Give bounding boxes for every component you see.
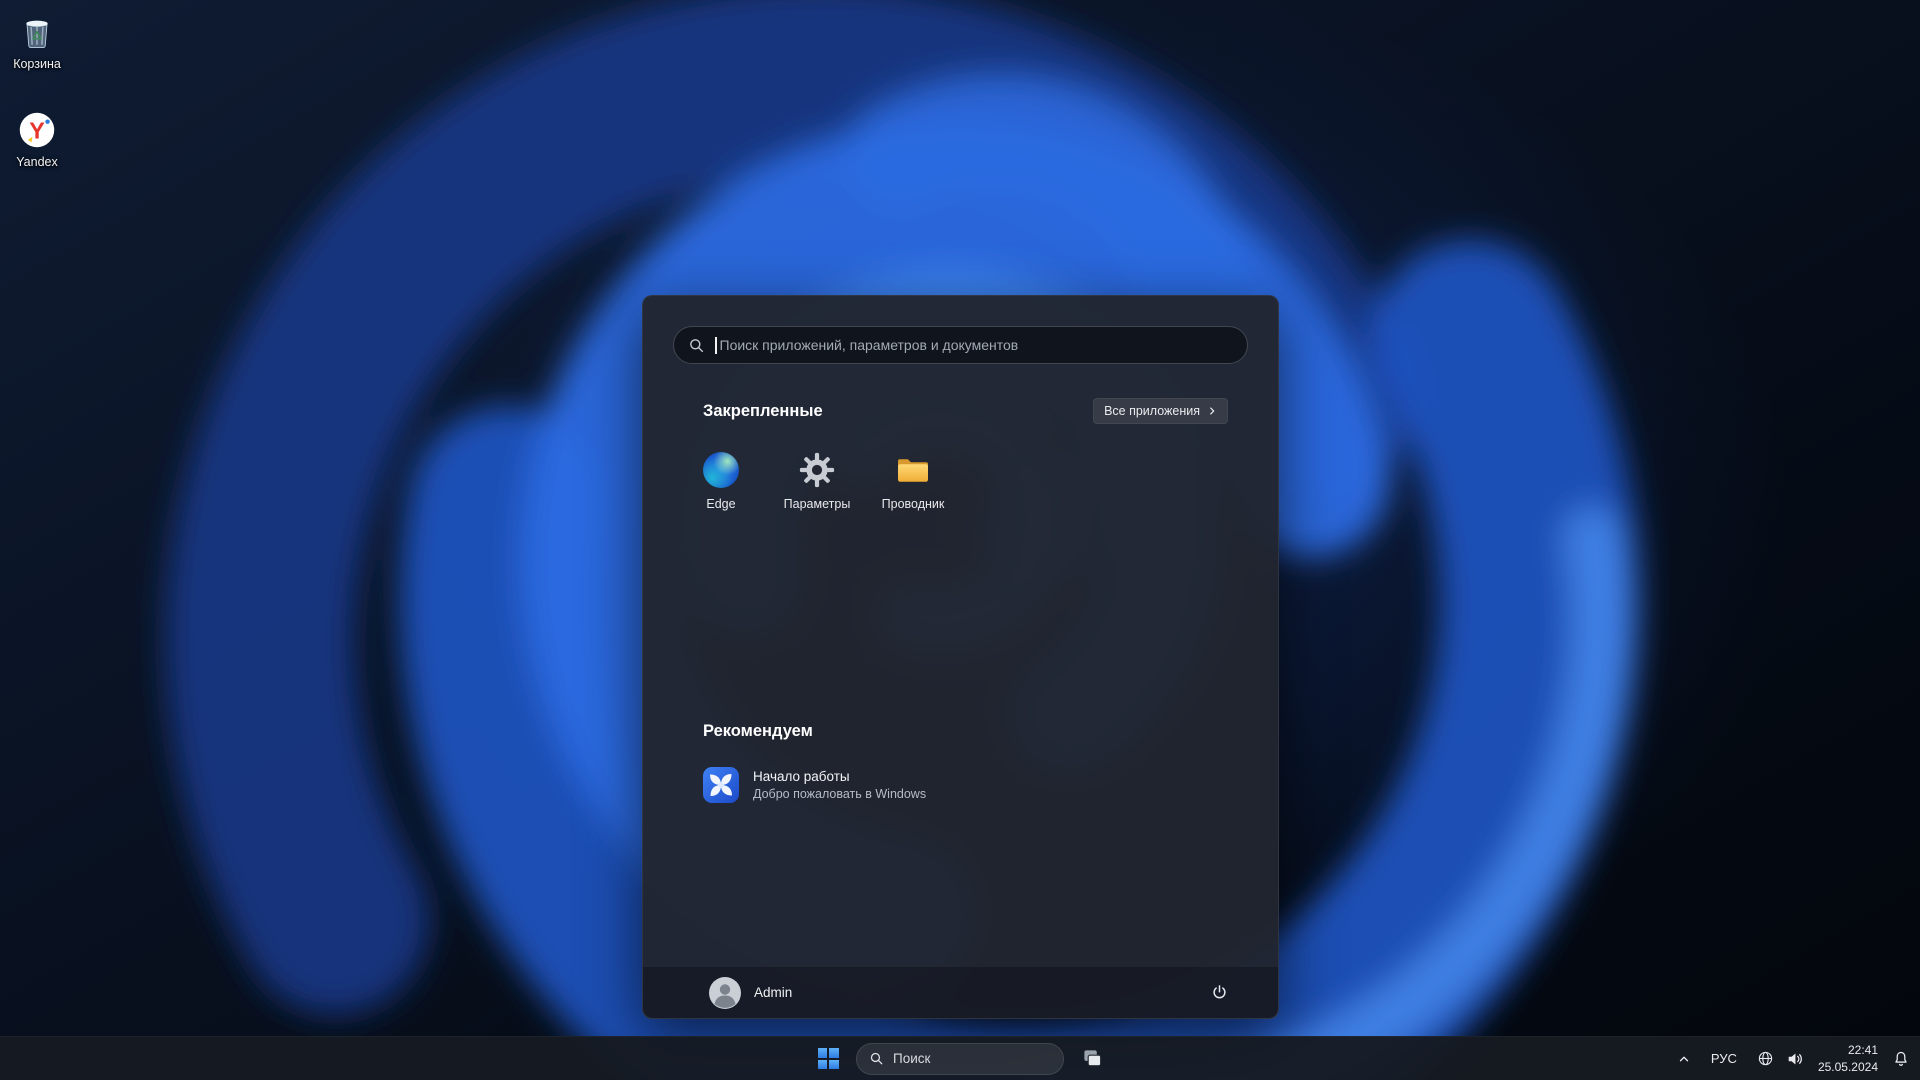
windows-logo-icon — [817, 1048, 839, 1069]
clock[interactable]: 22:41 25.05.2024 — [1810, 1041, 1886, 1077]
pinned-app-label: Параметры — [783, 497, 851, 511]
recommended-item-get-started[interactable]: Начало работы Добро пожаловать в Windows — [687, 756, 1017, 814]
chevron-up-icon — [1679, 1056, 1689, 1061]
taskbar-search-placeholder: Поиск — [893, 1051, 931, 1066]
clock-time: 22:41 — [1847, 1043, 1878, 1058]
tray-overflow-button[interactable] — [1671, 1041, 1697, 1077]
pinned-section-header: Закрепленные — [703, 401, 823, 420]
language-label: РУС — [1710, 1051, 1737, 1066]
pinned-app-settings[interactable]: Параметры — [769, 444, 865, 521]
all-apps-label: Все приложения — [1104, 404, 1200, 418]
start-button[interactable] — [808, 1039, 848, 1079]
get-started-icon — [703, 767, 739, 803]
notification-center-button[interactable] — [1886, 1041, 1916, 1077]
desktop-icon-label: Корзина — [13, 57, 61, 71]
language-indicator[interactable]: РУС — [1697, 1041, 1751, 1077]
user-name: Admin — [754, 985, 793, 1000]
recommended-item-title: Начало работы — [753, 769, 850, 784]
task-view-icon — [1083, 1050, 1101, 1067]
folder-icon — [895, 452, 931, 488]
power-icon — [1212, 985, 1226, 999]
task-view-button[interactable] — [1072, 1039, 1112, 1079]
desktop-icon-recycle-bin[interactable]: Корзина — [0, 12, 85, 71]
pinned-app-label: Проводник — [881, 497, 945, 511]
start-search-input[interactable]: Поиск приложений, параметров и документо… — [673, 326, 1248, 364]
recycle-bin-icon — [26, 20, 48, 48]
pinned-app-label: Edge — [706, 497, 736, 511]
power-button[interactable] — [1200, 974, 1238, 1012]
start-menu-panel: Поиск приложений, параметров и документо… — [642, 295, 1279, 1019]
user-avatar — [709, 976, 741, 1009]
chevron-right-icon — [1210, 407, 1215, 415]
volume-button[interactable] — [1780, 1041, 1810, 1077]
all-apps-button[interactable]: Все приложения — [1093, 398, 1228, 424]
edge-icon — [703, 452, 739, 488]
recommended-section-header: Рекомендуем — [703, 722, 813, 740]
system-tray: РУС 22:41 25.05.2024 — [1671, 1037, 1916, 1080]
start-search-placeholder: Поиск приложений, параметров и документо… — [719, 337, 1019, 353]
user-profile-button[interactable]: Admin — [704, 972, 802, 1014]
pinned-app-explorer[interactable]: Проводник — [865, 444, 961, 521]
network-globe-icon — [1758, 1051, 1773, 1066]
desktop: Корзина Y Yandex Поиск приложений, парам… — [0, 0, 1920, 1080]
yandex-icon: Y — [19, 112, 55, 148]
pinned-app-edge[interactable]: Edge — [673, 444, 769, 521]
pinned-apps-grid: Edge Параметры Проводник — [673, 444, 961, 521]
desktop-icon-label: Yandex — [16, 155, 58, 169]
taskbar: Поиск РУС 22:41 25.05.2024 — [0, 1036, 1920, 1080]
desktop-icon-yandex[interactable]: Y Yandex — [0, 110, 85, 169]
taskbar-search-box[interactable]: Поиск — [856, 1042, 1064, 1075]
text-caret — [715, 336, 717, 354]
volume-icon — [1788, 1053, 1802, 1064]
network-button[interactable] — [1751, 1041, 1780, 1077]
search-icon — [870, 1052, 883, 1065]
notification-bell-icon — [1895, 1051, 1907, 1066]
recommended-item-subtitle: Добро пожаловать в Windows — [753, 787, 927, 801]
search-icon — [688, 337, 705, 354]
settings-gear-icon — [799, 452, 835, 488]
start-menu-footer: Admin — [643, 966, 1278, 1018]
clock-date: 25.05.2024 — [1817, 1059, 1878, 1074]
